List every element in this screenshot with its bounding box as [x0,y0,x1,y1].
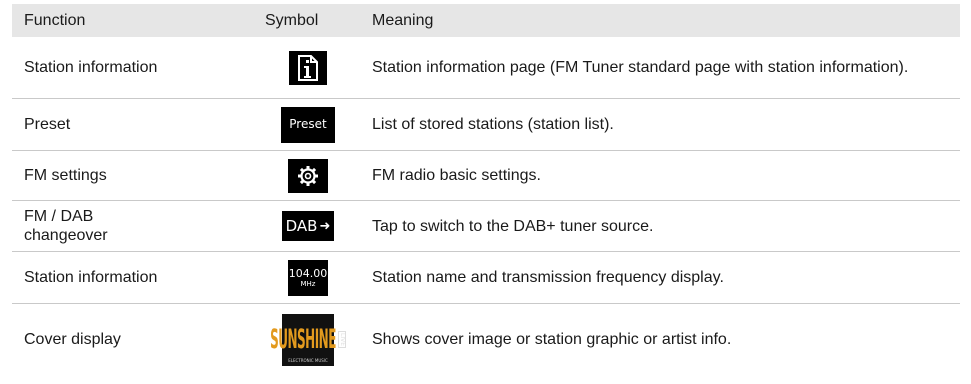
symbol-cell: SUNSHINE LIVE ELECTRONIC MUSIC [247,313,369,366]
dab-label: DAB [285,216,318,235]
function-table: Function Symbol Meaning Station informat… [12,4,960,375]
table-row: Station information 104.00 MHz Station n… [12,252,960,304]
function-label: FM settings [24,167,107,184]
function-label: Preset [24,116,71,133]
meaning-text: FM radio basic settings. [372,167,541,184]
header-symbol: Symbol [265,12,319,29]
symbol-cell: DAB ➜ [247,211,369,241]
function-label: Station information [24,269,158,286]
cover-image-icon: SUNSHINE LIVE ELECTRONIC MUSIC [270,313,346,366]
table-row: FM / DAB changeover DAB ➜ Tap to switch … [12,201,960,252]
cover-badge: LIVE [337,330,346,348]
symbol-cell [247,50,369,85]
meaning-text: List of stored stations (station list). [372,116,614,133]
info-icon [289,50,327,85]
table-row: Preset Preset List of stored stations (s… [12,99,960,151]
table-header: Function Symbol Meaning [12,4,960,37]
table-row: Cover display SUNSHINE LIVE ELECTRONIC M… [12,304,960,375]
meaning-text: Tap to switch to the DAB+ tuner source. [372,217,654,235]
cover-logo: SUNSHINE LIVE [270,326,346,353]
meaning-text: Station information page (FM Tuner stand… [372,59,909,76]
frequency-unit: MHz [300,279,316,288]
frequency-icon: 104.00 MHz [288,259,328,296]
frequency-value: 104.00 [288,266,328,280]
preset-icon: Preset [281,106,335,143]
dab-switch-icon: DAB ➜ [281,211,335,241]
cover-subtext: ELECTRONIC MUSIC [288,357,328,363]
symbol-cell [247,158,369,193]
gear-icon [288,158,328,193]
table-row: Station information Station information … [12,37,960,99]
function-label: Cover display [24,331,121,348]
header-meaning: Meaning [372,12,434,29]
cover-title: SUNSHINE [270,324,336,355]
symbol-cell: 104.00 MHz [247,259,369,296]
function-label: Station information [24,59,158,76]
function-label: FM / DAB changeover [24,208,108,244]
table-row: FM settings FM radio basic settings. [12,151,960,201]
symbol-cell: Preset [247,106,369,143]
arrow-right-icon: ➜ [319,218,331,234]
meaning-text: Station name and transmission frequency … [372,269,724,286]
header-function: Function [24,12,86,29]
meaning-text: Shows cover image or station graphic or … [372,331,732,348]
